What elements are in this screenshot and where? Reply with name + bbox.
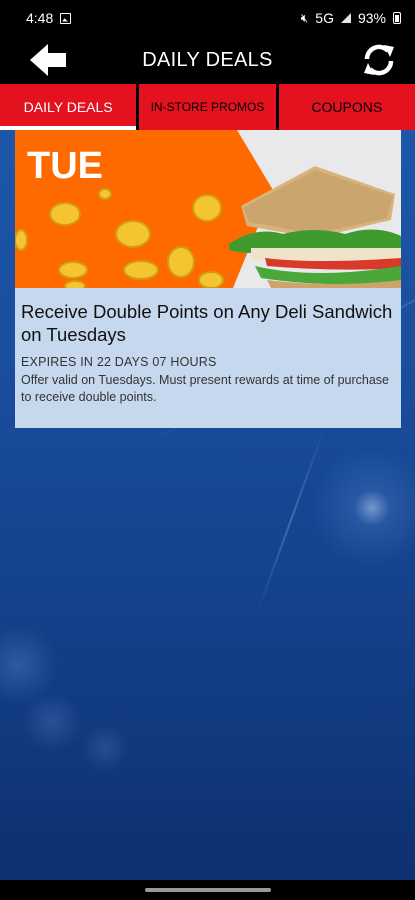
tab-label: DAILY DEALS	[23, 99, 113, 115]
arrow-left-icon	[30, 44, 66, 76]
home-indicator[interactable]	[145, 888, 271, 892]
deal-banner-image: TUE	[15, 130, 401, 288]
deal-description: Offer valid on Tuesdays. Must present re…	[21, 373, 389, 404]
app-screen: 4:48 🔇︎ 5G 93% DAILY DEALS DAILY DEALS I…	[0, 0, 415, 900]
back-button[interactable]	[26, 40, 70, 80]
image-icon	[60, 12, 72, 24]
sandwich-coins-illustration: TUE	[15, 130, 401, 288]
network-label: 5G	[315, 10, 334, 26]
tab-bar: DAILY DEALS IN-STORE PROMOS COUPONS	[0, 84, 415, 130]
tab-in-store-promos[interactable]: IN-STORE PROMOS	[139, 84, 276, 130]
deal-body: Receive Double Points on Any Deli Sandwi…	[21, 300, 397, 406]
tab-coupons[interactable]: COUPONS	[278, 84, 415, 130]
deal-expiry: EXPIRES IN 22 DAYS 07 HOURS	[21, 355, 217, 369]
status-bar: 4:48 🔇︎ 5G 93%	[0, 0, 415, 36]
mute-icon: 🔇︎	[300, 10, 309, 25]
page-title: DAILY DEALS	[142, 48, 273, 71]
signal-icon	[340, 13, 351, 23]
status-time: 4:48	[26, 10, 54, 26]
refresh-button[interactable]	[359, 40, 399, 80]
battery-icon	[393, 12, 401, 24]
app-header: DAILY DEALS	[0, 36, 415, 84]
deal-card[interactable]: TUE Receive Double Points on Any Deli Sa…	[15, 130, 401, 428]
status-right: 🔇︎ 5G 93%	[301, 10, 401, 26]
system-nav-bar	[0, 880, 415, 900]
deal-title: Receive Double Points on Any Deli Sandwi…	[21, 301, 393, 345]
refresh-icon	[364, 44, 394, 76]
status-left: 4:48	[26, 10, 72, 26]
tab-label: IN-STORE PROMOS	[150, 100, 265, 114]
tab-daily-deals[interactable]: DAILY DEALS	[0, 84, 137, 130]
tab-label: COUPONS	[311, 99, 383, 115]
background-light-streak	[255, 425, 327, 615]
banner-day-text: TUE	[27, 145, 103, 187]
battery-percent: 93%	[357, 10, 386, 26]
